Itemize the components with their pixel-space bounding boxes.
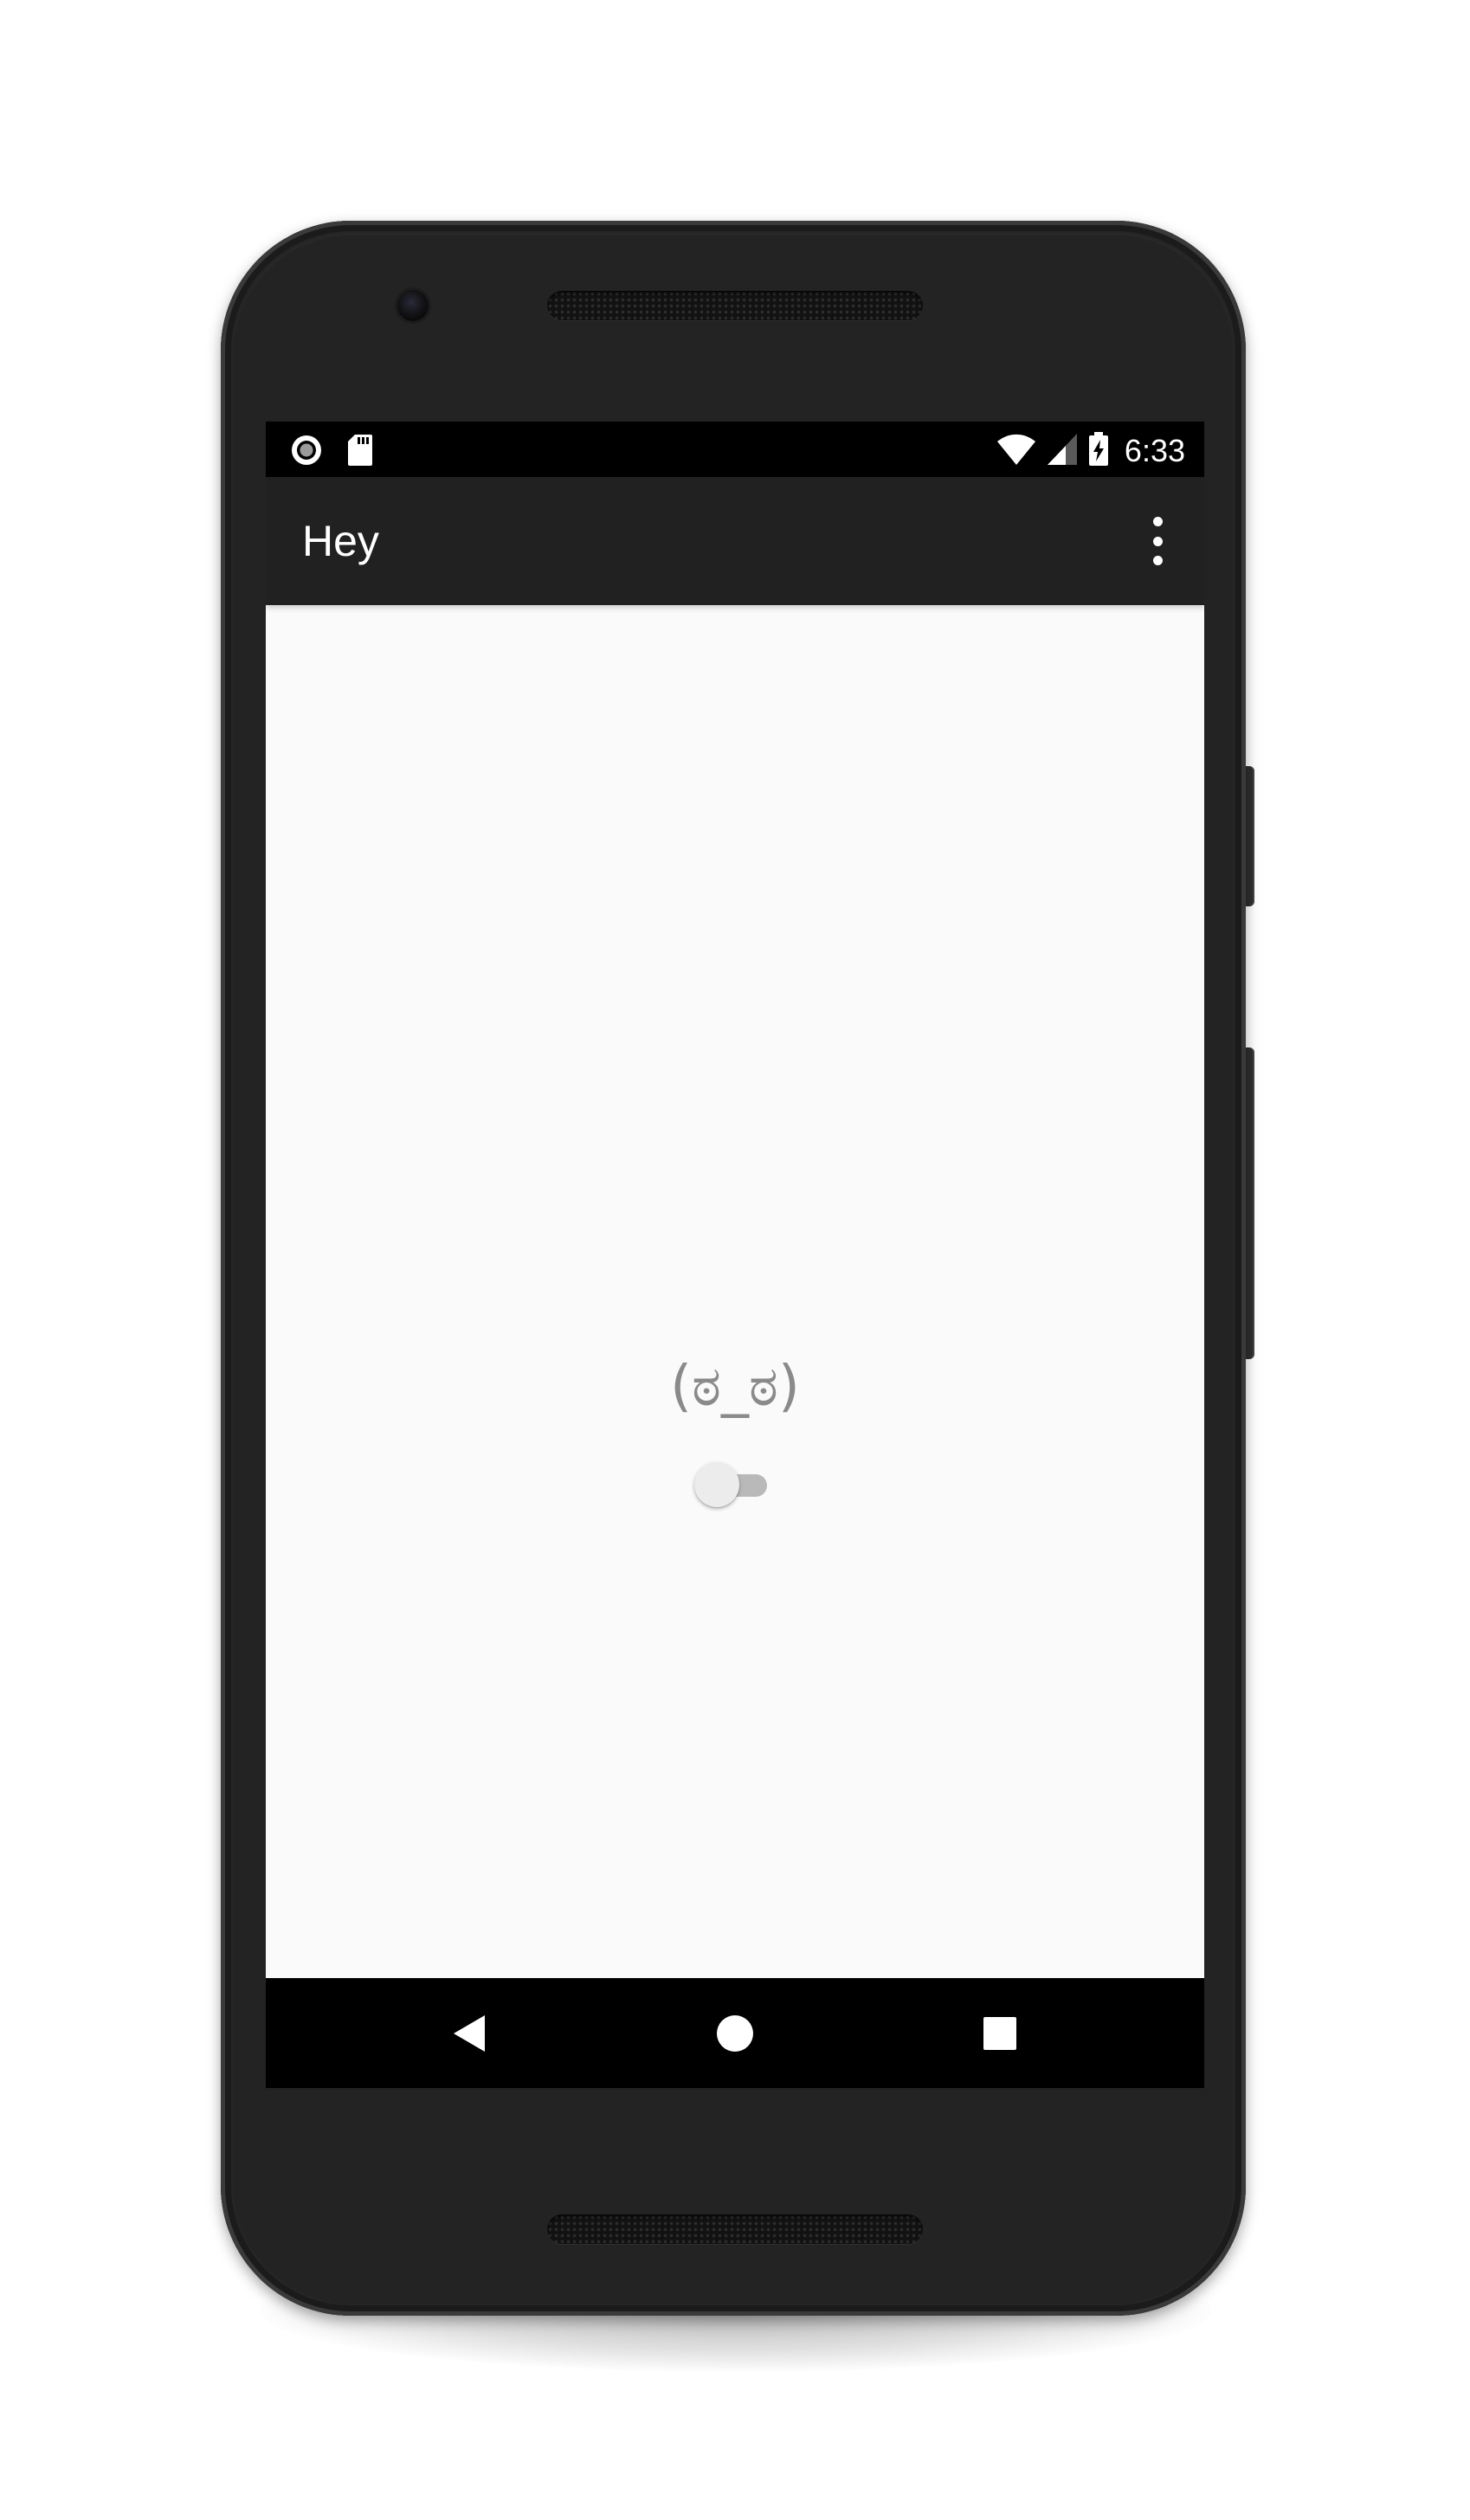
app-title: Hey [302, 517, 379, 565]
more-vert-dot [1152, 536, 1163, 546]
home-icon[interactable] [710, 2008, 760, 2059]
battery-charging-icon [1088, 432, 1109, 470]
status-system-icons: 6:33 [996, 432, 1185, 470]
status-bar: 6:33 [266, 422, 1204, 477]
app-bar: Hey [266, 477, 1204, 605]
main-content: (ಠ_ಠ) [266, 605, 1204, 1978]
stage: 6:33 Hey (ಠ_ಠ) [0, 0, 1470, 2520]
more-vert-dot [1152, 556, 1163, 565]
more-vert-icon[interactable] [1142, 517, 1173, 565]
navigation-bar [266, 1978, 1204, 2088]
face-text: (ಠ_ಠ) [670, 1355, 800, 1419]
back-icon[interactable] [444, 2008, 494, 2059]
phone-screen: 6:33 Hey (ಠ_ಠ) [266, 422, 1204, 2088]
cell-signal-icon [1047, 433, 1078, 469]
toggle-switch[interactable] [694, 1458, 774, 1510]
switch-thumb [694, 1462, 739, 1507]
sd-card-icon [347, 434, 373, 470]
front-camera [397, 290, 429, 321]
top-speaker-grille [547, 291, 923, 320]
wifi-icon [996, 433, 1036, 469]
status-notification-icons [290, 434, 373, 470]
more-vert-dot [1152, 517, 1163, 526]
status-clock: 6:33 [1124, 433, 1185, 468]
recents-icon[interactable] [975, 2008, 1025, 2059]
record-icon [290, 434, 323, 470]
bottom-speaker-grille [547, 2214, 923, 2244]
